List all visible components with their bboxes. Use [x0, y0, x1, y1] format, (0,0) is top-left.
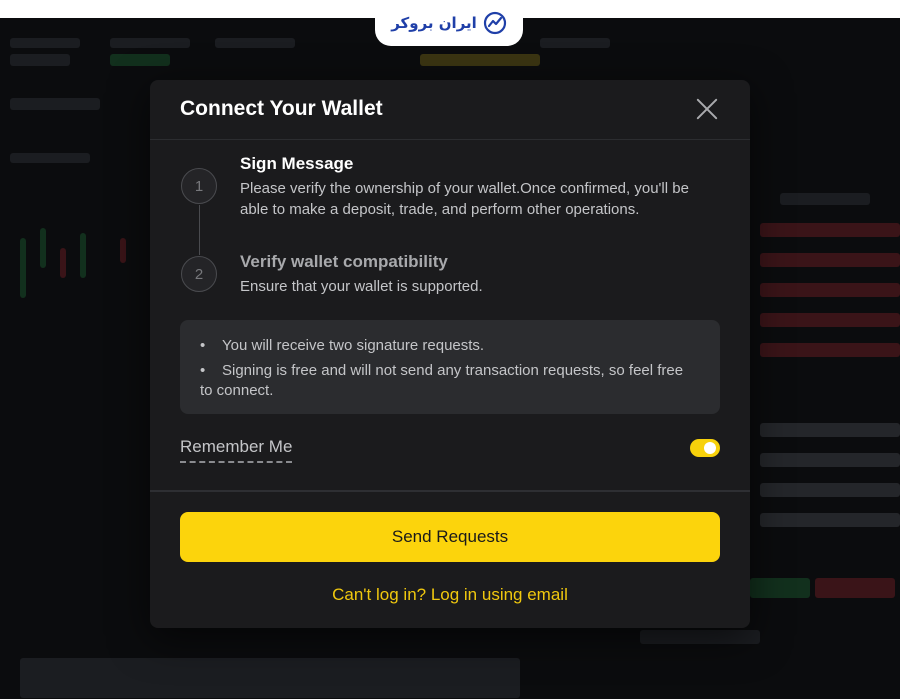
modal-title: Connect Your Wallet	[180, 97, 383, 120]
close-icon[interactable]	[694, 96, 720, 122]
bg-block	[110, 38, 190, 48]
connect-wallet-modal: Connect Your Wallet 1 2 Sign Message Ple…	[150, 80, 750, 628]
remember-me-toggle[interactable]	[690, 439, 720, 457]
modal-header: Connect Your Wallet	[150, 80, 750, 140]
bg-orderbook-row	[760, 283, 900, 297]
brand-chart-icon	[483, 11, 506, 35]
bg-block	[110, 54, 170, 66]
step-connector	[199, 205, 200, 255]
bg-block	[815, 578, 895, 598]
bg-orderbook-row	[760, 343, 900, 357]
step-2-desc: Ensure that your wallet is supported.	[240, 278, 483, 295]
info-bullet-text: to connect.	[200, 382, 274, 399]
send-requests-button[interactable]: Send Requests	[180, 512, 720, 562]
brand-name: ایران بروکر	[391, 14, 477, 32]
bg-block	[10, 38, 80, 48]
step-1-desc-line1: Please verify the ownership of your wall…	[240, 180, 689, 197]
info-bullet-continuation: to connect.	[200, 381, 700, 401]
bg-block	[20, 658, 520, 698]
remember-me-label[interactable]: Remember Me	[180, 437, 293, 463]
bg-orderbook-row	[760, 253, 900, 267]
bg-block	[750, 578, 810, 598]
bg-candle	[120, 238, 126, 263]
bg-block	[215, 38, 295, 48]
bg-block	[420, 54, 540, 66]
bg-orderbook-row	[760, 313, 900, 327]
info-bullet: • You will receive two signature requests…	[200, 337, 485, 354]
info-bullet-text: Signing is free and will not send any tr…	[222, 362, 684, 379]
bg-orderbook-row	[760, 513, 900, 527]
login-with-email-link[interactable]: Can't log in? Log in using email	[150, 585, 750, 605]
bg-block	[640, 630, 760, 644]
bg-block	[10, 98, 100, 110]
bg-candle	[80, 233, 86, 278]
step-2-title: Verify wallet compatibility	[240, 252, 448, 271]
info-box: • You will receive two signature requests…	[180, 320, 720, 414]
bg-orderbook-row	[760, 453, 900, 467]
divider	[150, 490, 750, 492]
info-bullet-text: You will receive two signature requests.	[222, 337, 485, 354]
bg-orderbook-row	[760, 483, 900, 497]
toggle-knob	[704, 442, 716, 454]
bg-orderbook-row	[760, 423, 900, 437]
bg-block	[780, 193, 870, 205]
step-1-title: Sign Message	[240, 154, 354, 173]
step-1-number: 1	[181, 168, 217, 204]
brand-logo: ایران بروکر	[375, 0, 523, 46]
bg-block	[10, 54, 70, 66]
bg-block	[540, 38, 610, 48]
bg-candle	[20, 238, 26, 298]
step-2-number: 2	[181, 256, 217, 292]
bg-candle	[60, 248, 66, 278]
step-1-desc-line2: able to make a deposit, trade, and perfo…	[240, 201, 640, 218]
bg-block	[10, 153, 90, 163]
info-bullet: • Signing is free and will not send any t…	[200, 362, 684, 379]
bg-orderbook-row	[760, 223, 900, 237]
bg-candle	[40, 228, 46, 268]
